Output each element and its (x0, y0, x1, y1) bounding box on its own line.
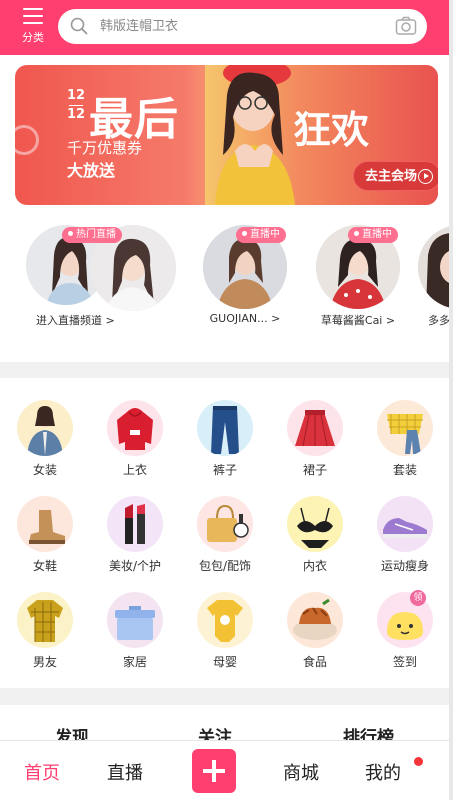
live-avatar (418, 225, 453, 309)
heart-decoration-icon (15, 125, 39, 155)
category-label: 食品 (302, 655, 327, 669)
nav-home[interactable]: 首页 (24, 759, 60, 785)
publish-plus-button[interactable] (192, 749, 236, 793)
jeans-icon (197, 400, 253, 456)
category-label: 女装 (32, 463, 57, 477)
boot-icon (17, 496, 73, 552)
banner-title-right: 狂欢 (293, 108, 370, 152)
category-label: 美妆/个护 (108, 559, 162, 573)
category-label: 上衣 (122, 463, 147, 477)
live-badge: 直播中 (236, 227, 286, 243)
banner-subtitle: 千万优惠券 (67, 139, 143, 157)
category-label: 家居 (122, 655, 147, 669)
category-label: 套装 (392, 463, 417, 477)
banner-model-image (215, 65, 295, 205)
menu-icon (23, 8, 43, 24)
category-label: 女鞋 (32, 559, 57, 573)
play-arrow-icon (418, 169, 433, 184)
search-icon (70, 17, 88, 35)
category-menu-button[interactable]: 分类 (14, 6, 52, 48)
live-stream-row: 热门直播 进入直播频道 > 直播中 GUOJIAN... > 直播中 草莓酱酱C… (0, 225, 453, 355)
top-header: 分类 (0, 0, 453, 55)
live-stream-item[interactable]: 多多 (418, 225, 453, 328)
handbag-icon (197, 496, 253, 552)
streamer-name: GUOJIAN... > (209, 312, 281, 325)
category-tops[interactable]: 上衣 (90, 400, 180, 478)
category-checkin[interactable]: 领 签到 (360, 590, 450, 670)
live-channel-entry[interactable]: 热门直播 进入直播频道 > (22, 225, 176, 328)
main-venue-button[interactable]: 去主会场 (353, 161, 438, 191)
storage-box-icon (107, 592, 163, 648)
category-skirts[interactable]: 裙子 (270, 400, 360, 478)
nav-mine[interactable]: 我的 (365, 759, 401, 785)
feed-tabs: 发现 关注 排行榜 (0, 705, 453, 748)
category-boyfriend[interactable]: 男友 (0, 592, 90, 670)
category-food[interactable]: 食品 (270, 592, 360, 670)
sneaker-icon (377, 496, 433, 552)
category-label: 内衣 (302, 559, 327, 573)
app-screen: 分类 12 12 最后 千万优惠券 大 (0, 0, 453, 800)
category-label: 男友 (32, 655, 57, 669)
lipstick-icon (107, 496, 163, 552)
banner-date: 12 12 (67, 88, 86, 122)
category-grid: 女装 上衣 裤子 裙子 套装 女鞋 美妆/个护 包包/配饰 内衣 运动瘦身 男友… (0, 378, 453, 688)
category-sets[interactable]: 套装 (360, 400, 450, 478)
live-badge: 直播中 (348, 227, 398, 243)
category-pants[interactable]: 裤子 (180, 400, 270, 478)
checkin-badge: 领 (410, 590, 426, 606)
jacket-icon (17, 400, 73, 456)
category-menu-label: 分类 (22, 31, 44, 44)
search-input[interactable] (100, 9, 380, 44)
search-bar[interactable] (58, 9, 427, 44)
live-stream-item[interactable]: 直播中 草莓酱酱Cai > (308, 225, 408, 328)
camera-icon[interactable] (395, 16, 417, 36)
category-home[interactable]: 家居 (90, 592, 180, 670)
baby-bodysuit-icon (197, 592, 253, 648)
main-venue-label: 去主会场 (365, 169, 418, 184)
category-beauty[interactable]: 美妆/个护 (90, 496, 180, 574)
promo-banner[interactable]: 12 12 最后 千万优惠券 大放送 狂欢 去主会场 (15, 65, 438, 205)
streamer-name: 草莓酱酱Cai > (320, 314, 396, 327)
live-stream-item[interactable]: 直播中 GUOJIAN... > (198, 225, 292, 325)
category-label: 包包/配饰 (198, 559, 252, 573)
live-badge: 热门直播 (62, 227, 122, 243)
plaid-top-icon (377, 400, 433, 456)
category-lingerie[interactable]: 内衣 (270, 496, 360, 574)
category-label: 签到 (392, 655, 417, 669)
category-sports[interactable]: 运动瘦身 (360, 496, 450, 574)
nav-mall[interactable]: 商城 (283, 759, 319, 785)
category-shoes[interactable]: 女鞋 (0, 496, 90, 574)
bottom-nav: 首页 直播 商城 我的 (0, 740, 453, 800)
category-bags[interactable]: 包包/配饰 (180, 496, 270, 574)
banner-subtitle-2: 大放送 (67, 161, 116, 180)
lingerie-icon (287, 496, 343, 552)
notification-dot (414, 757, 423, 766)
category-baby[interactable]: 母婴 (180, 592, 270, 670)
category-women-clothing[interactable]: 女装 (0, 400, 90, 478)
shirt-icon (17, 592, 73, 648)
hoodie-icon (107, 400, 163, 456)
nav-live[interactable]: 直播 (107, 759, 143, 785)
category-label: 裤子 (212, 463, 237, 477)
live-channel-label: 进入直播频道 > (36, 314, 115, 327)
category-label: 母婴 (212, 655, 237, 669)
food-icon (287, 592, 343, 648)
skirt-icon (287, 400, 343, 456)
promo-area: 12 12 最后 千万优惠券 大放送 狂欢 去主会场 热门直播 进入直播频道 >… (0, 55, 453, 362)
category-label: 裙子 (302, 463, 327, 477)
category-label: 运动瘦身 (380, 559, 429, 573)
